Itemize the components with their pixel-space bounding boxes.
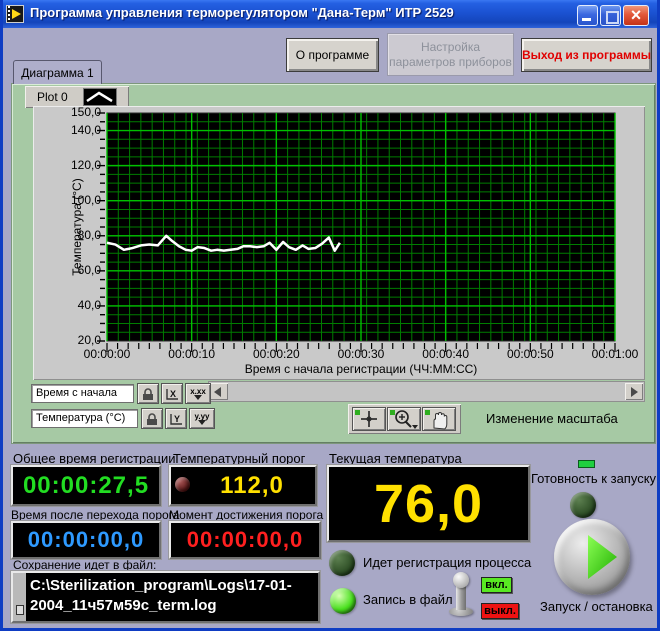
recording-led [329,550,355,576]
graph-tools-palette [348,404,461,434]
toggle-knob[interactable] [453,572,469,588]
write-file-toggle[interactable] [447,572,475,616]
time-after-threshold-label: Время после перехода порога [11,508,179,522]
x-axis-title: Время с начала регистрации (ЧЧ:ММ:СС) [107,362,615,376]
threshold-moment-display: 00:00:00,0 [169,521,321,559]
x-tick-label: 00:00:00 [72,347,142,361]
x-scale-name-box[interactable]: Время с начала [31,384,134,403]
x-tick-label: 00:00:10 [157,347,227,361]
chevron-down-icon [194,395,202,400]
save-file-label: Сохранение идет в файл: [13,558,156,572]
y-tick-label: 40,0 [78,298,101,312]
status-green-bar [578,460,595,468]
y-tick-label: 60,0 [78,263,101,277]
active-dot [390,410,395,415]
total-time-label: Общее время регистрации [13,451,175,466]
chart-canvas [33,106,645,380]
lock-icon [140,386,156,402]
file-path-grip-icon [13,573,26,621]
threshold-label: Температурный порог [173,451,305,466]
switch-off-label: выкл. [481,603,519,619]
zoom-palette-label: Изменение масштаба [486,411,618,426]
y-tick-label: 20,0 [78,333,101,347]
x-scale-lock-button[interactable] [137,383,159,404]
log-file-path: C:\Sterilization_program\Logs\17-01- 200… [26,573,318,621]
plot-legend-label: Plot 0 [37,90,68,104]
title-bar[interactable]: Программа управления терморегулятором "Д… [0,0,660,28]
scroll-left-button[interactable] [210,383,228,400]
close-button[interactable] [623,5,649,26]
write-file-led [330,588,356,614]
scroll-right-button[interactable] [625,383,643,400]
x-tick-label: 00:00:20 [241,347,311,361]
exit-button[interactable]: Выход из программы [521,38,652,72]
log-file-path-line2: 2004_11ч57м59с_term.log [30,596,316,616]
x-format-label: x.xx [190,388,206,395]
recording-label: Идет регистрация процесса [363,555,531,570]
x-tick-label: 00:00:40 [411,347,481,361]
y-scale-name-box[interactable]: Температура (°C) [31,409,138,428]
cursor-tool-button[interactable] [352,407,386,431]
y-axis-icon: Y [168,411,184,427]
total-time-display: 00:00:27,5 [11,465,161,506]
start-stop-label: Запуск / остановка [540,599,653,614]
zoom-tool-button[interactable] [387,407,421,431]
device-settings-button: Настройка параметров приборов [387,33,514,76]
x-format-button[interactable]: x.xx [185,383,211,404]
ready-label: Готовность к запуску [531,471,656,486]
y-tick-label: 140,0 [71,123,101,137]
log-file-path-box[interactable]: C:\Sterilization_program\Logs\17-01- 200… [11,571,320,623]
write-file-label: Запись в файл [363,592,453,607]
y-tick-label: 100,0 [71,193,101,207]
x-autoscale-button[interactable]: X [161,383,183,404]
y-format-label: y.yy [195,413,210,420]
y-autoscale-button[interactable]: Y [165,408,187,429]
svg-text:X: X [170,389,176,399]
svg-text:Y: Y [174,414,180,424]
plot-line-style-icon [83,88,117,106]
x-tick-label: 00:00:30 [326,347,396,361]
minimize-button[interactable] [577,5,598,26]
switch-on-label: вкл. [481,577,512,593]
y-scale-lock-button[interactable] [141,408,163,429]
labview-app-icon [6,5,24,23]
right-arrow-icon [631,387,638,397]
threshold-display[interactable]: 112,0 [169,465,317,506]
current-temp-label: Текущая температура [329,451,462,466]
x-tick-label: 00:00:50 [495,347,565,361]
y-tick-label: 120,0 [71,158,101,172]
start-stop-button[interactable] [554,519,630,595]
window-title: Программа управления терморегулятором "Д… [30,5,454,20]
chart-x-scrollbar[interactable] [208,381,645,402]
time-after-threshold-display: 00:00:00,0 [11,521,161,559]
log-file-path-line1: C:\Sterilization_program\Logs\17-01- [30,576,316,596]
left-arrow-icon [214,387,221,397]
threshold-led [175,477,190,492]
x-axis-icon: X [164,386,180,402]
pan-tool-button[interactable] [422,407,456,431]
play-icon [554,519,630,595]
about-button[interactable]: О программе [286,38,379,72]
y-tick-label: 80,0 [78,228,101,242]
y-tick-label: 150,0 [71,105,101,119]
ready-led [570,492,596,518]
tab-diagram-1[interactable]: Диаграмма 1 [13,60,102,84]
lock-icon [144,411,160,427]
x-tick-label: 00:01:00 [580,347,650,361]
app-window: Программа управления терморегулятором "Д… [0,0,660,631]
waveform-chart[interactable]: Температура (°C) Время с начала регистра… [33,106,645,380]
chevron-down-icon [198,420,206,425]
maximize-button[interactable] [600,5,621,26]
active-dot [355,410,360,415]
active-dot [425,410,430,415]
threshold-moment-label: Момент достижения порога [169,508,323,522]
current-temp-display: 76,0 [327,465,530,542]
y-format-button[interactable]: y.yy [189,408,215,429]
